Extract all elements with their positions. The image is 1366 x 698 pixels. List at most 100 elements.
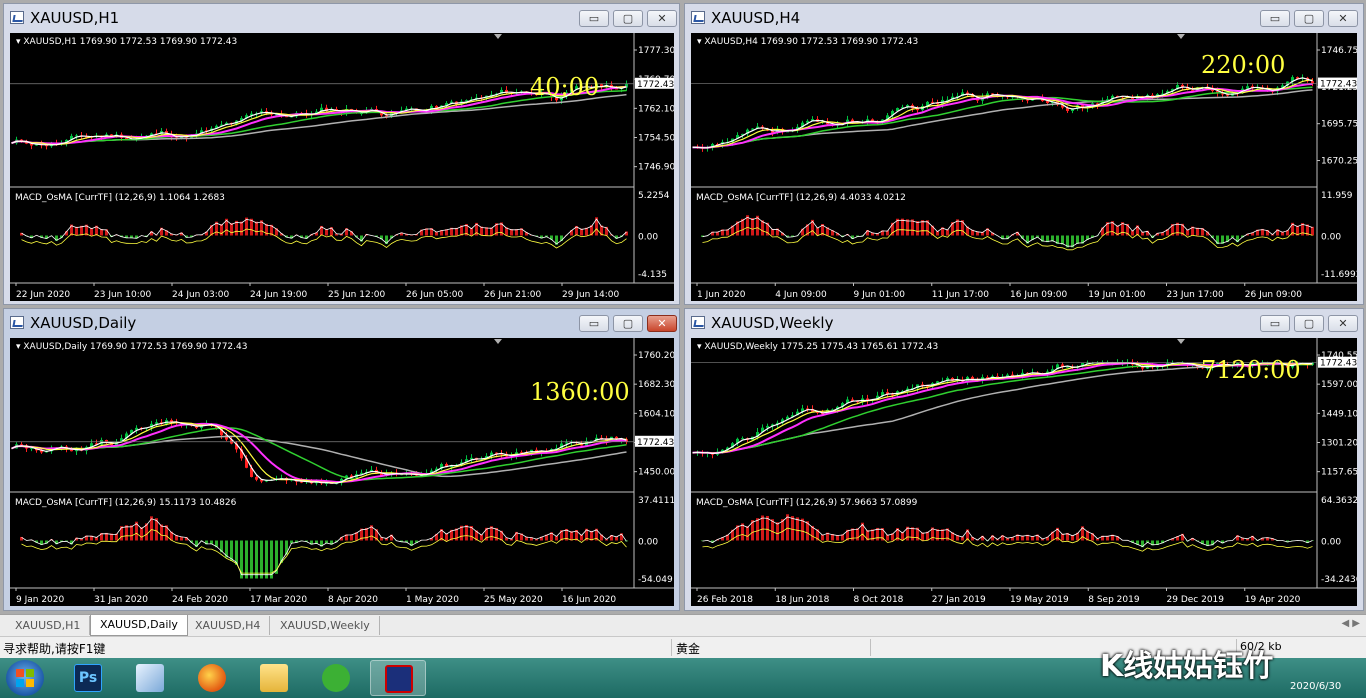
minimize-button[interactable]: ▭ [1260,10,1290,27]
maximize-button[interactable]: ▢ [1294,315,1324,332]
paint-button[interactable] [122,660,178,696]
tab-scroll-arrows-icon[interactable]: ◀ ▶ [1341,618,1360,629]
macd-histogram [701,215,1314,251]
status-divider [870,639,871,656]
time-axis-label: 19 May 2019 [1010,595,1069,605]
price-chart[interactable]: ▾ XAUUSD,Daily 1769.90 1772.53 1769.90 1… [10,338,674,606]
time-axis-label: 1 May 2020 [406,595,459,605]
time-axis-label: 24 Jun 19:00 [250,290,307,300]
time-axis-label: 8 Sep 2019 [1088,595,1140,605]
chart-info-line: ▾ XAUUSD,H1 1769.90 1772.53 1769.90 1772… [16,37,237,47]
time-axis-label: 26 Feb 2018 [697,595,753,605]
time-axis-label: 26 Jun 05:00 [406,290,463,300]
titlebar[interactable]: XAUUSD,H4 ▭ ▢ ✕ [685,4,1363,32]
chart-window-icon [10,11,24,24]
chart-window-icon [10,316,24,329]
price-tick: 1450.00 [638,468,674,478]
tab-xauusd-h1[interactable]: XAUUSD,H1 [6,616,91,635]
countdown-timer: 40:00 [530,73,599,101]
titlebar[interactable]: XAUUSD,Weekly ▭ ▢ ✕ [685,309,1363,337]
window-title: XAUUSD,H1 [30,9,120,27]
time-axis-label: 23 Jun 10:00 [94,290,151,300]
tab-xauusd-weekly[interactable]: XAUUSD,Weekly [271,616,380,635]
time-axis-label: 24 Jun 03:00 [172,290,229,300]
macd-title: MACD_OsMA [CurrTF] (12,26,9) 57.9663 57.… [696,498,918,508]
close-button[interactable]: ✕ [647,315,677,332]
maximize-button[interactable]: ▢ [613,315,643,332]
windows-start-icon[interactable] [6,660,44,696]
watermark-text: K线姑姑钰竹 [1100,649,1274,684]
price-tick: 1670.25 [1321,157,1357,167]
price-tick: 1762.10 [638,104,674,114]
time-axis-label: 8 Oct 2018 [854,595,904,605]
time-axis-label: 9 Jan 2020 [16,595,64,605]
price-tick: 1157.65 [1321,468,1357,478]
minimize-button[interactable]: ▭ [579,10,609,27]
minimize-icon: ▭ [588,317,600,330]
macd-tick: -34.2436 [1321,575,1357,585]
time-axis-label: 8 Apr 2020 [328,595,378,605]
photoshop-icon: Ps [74,664,102,692]
wechat-button[interactable] [308,660,364,696]
macd-tick: 64.3632 [1321,496,1357,506]
chart-window-h1[interactable]: XAUUSD,H1 ▭ ▢ ✕ ▾ XAUUSD,H1 1769.90 1772… [3,3,680,305]
price-chart[interactable]: ▾ XAUUSD,Weekly 1775.25 1775.43 1765.61 … [691,338,1357,606]
time-axis-label: 19 Jun 01:00 [1088,290,1145,300]
macd-title: MACD_OsMA [CurrTF] (12,26,9) 1.1064 1.26… [15,193,225,203]
candles [692,74,1314,152]
status-help-text: 寻求帮助,请按F1键 [3,642,106,656]
current-price-label: 1772.43 [1320,80,1357,90]
chart-canvas: ▾ XAUUSD,Weekly 1775.25 1775.43 1765.61 … [691,338,1357,605]
macd-tick: 5.2254 [638,191,670,201]
minimize-icon: ▭ [588,12,600,25]
minimize-icon: ▭ [1269,317,1281,330]
countdown-timer: 220:00 [1201,51,1285,79]
close-button[interactable]: ✕ [1328,315,1358,332]
price-chart[interactable]: ▾ XAUUSD,H4 1769.90 1772.53 1769.90 1772… [691,33,1357,301]
chart-canvas: ▾ XAUUSD,H4 1769.90 1772.53 1769.90 1772… [691,33,1357,300]
time-axis-label: 26 Jun 09:00 [1245,290,1302,300]
metatrader-icon [385,665,413,693]
time-axis-label: 25 May 2020 [484,595,543,605]
price-chart[interactable]: ▾ XAUUSD,H1 1769.90 1772.53 1769.90 1772… [10,33,674,301]
chart-window-daily[interactable]: XAUUSD,Daily ▭ ▢ ✕ ▾ XAUUSD,Daily 1769.9… [3,308,680,611]
macd-histogram [20,516,628,579]
close-button[interactable]: ✕ [647,10,677,27]
current-price-label: 1772.43 [1320,359,1357,369]
titlebar[interactable]: XAUUSD,Daily ▭ ▢ ✕ [4,309,679,337]
price-tick: 1597.00 [1321,380,1357,390]
time-axis-label: 17 Mar 2020 [250,595,307,605]
price-tick: 1301.20 [1321,439,1357,449]
close-button[interactable]: ✕ [1328,10,1358,27]
minimize-button[interactable]: ▭ [1260,315,1290,332]
close-icon: ✕ [1338,12,1348,25]
photoshop-button[interactable]: Ps [60,660,116,696]
time-axis-label: 29 Dec 2019 [1167,595,1225,605]
minimize-button[interactable]: ▭ [579,315,609,332]
paint-icon [136,664,164,692]
time-axis-label: 19 Apr 2020 [1245,595,1301,605]
chart-info-line: ▾ XAUUSD,H4 1769.90 1772.53 1769.90 1772… [697,37,918,47]
time-axis-label: 23 Jun 17:00 [1167,290,1224,300]
maximize-button[interactable]: ▢ [1294,10,1324,27]
time-axis-label: 26 Jun 21:00 [484,290,541,300]
firefox-button[interactable] [184,660,240,696]
price-tick: 1746.90 [638,163,674,173]
current-price-label: 1772.43 [637,80,674,90]
time-axis-label: 1 Jun 2020 [697,290,746,300]
chart-window-icon [691,11,705,24]
tab-xauusd-daily[interactable]: XAUUSD,Daily [90,615,188,636]
metatrader-button[interactable] [370,660,426,696]
file-explorer-icon [260,664,288,692]
maximize-button[interactable]: ▢ [613,10,643,27]
titlebar[interactable]: XAUUSD,H1 ▭ ▢ ✕ [4,4,679,32]
macd-tick: 0.00 [1321,233,1341,243]
chart-canvas: ▾ XAUUSD,Daily 1769.90 1772.53 1769.90 1… [10,338,674,605]
chart-window-weekly[interactable]: XAUUSD,Weekly ▭ ▢ ✕ ▾ XAUUSD,Weekly 1775… [684,308,1364,611]
macd-tick: 0.00 [638,233,658,243]
file-explorer-button[interactable] [246,660,302,696]
chart-window-h4[interactable]: XAUUSD,H4 ▭ ▢ ✕ ▾ XAUUSD,H4 1769.90 1772… [684,3,1364,305]
maximize-icon: ▢ [622,12,634,25]
tab-xauusd-h4[interactable]: XAUUSD,H4 [186,616,271,635]
price-tick: 1695.75 [1321,120,1357,130]
